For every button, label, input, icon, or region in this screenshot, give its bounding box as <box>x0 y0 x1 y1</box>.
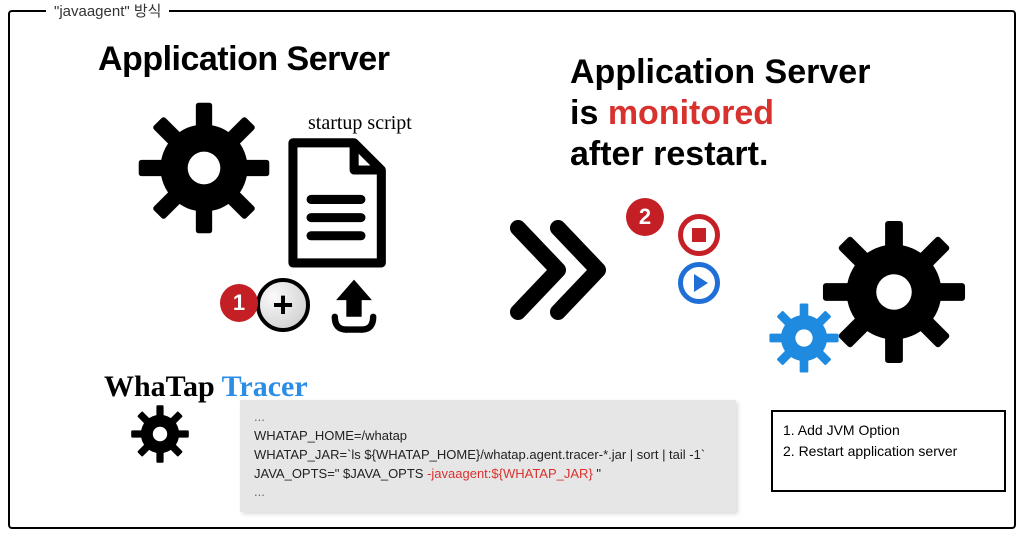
code-javaagent-highlight: -javaagent:${WHATAP_JAR} <box>427 466 593 481</box>
upload-icon <box>322 272 386 336</box>
gear-icon <box>136 100 272 236</box>
legend-box: 1. Add JVM Option 2. Restart application… <box>771 410 1006 492</box>
plus-icon: + <box>256 278 310 332</box>
title-application-server-right: Application Server is monitored after re… <box>570 52 870 174</box>
legend-item-2: 2. Restart application server <box>783 441 994 462</box>
legend-item-1: 1. Add JVM Option <box>783 420 994 441</box>
startup-script-label: startup script <box>308 112 412 135</box>
gear-icon <box>768 302 840 374</box>
frame-title: "javaagent" 방식 <box>46 0 169 21</box>
gear-icon <box>820 218 968 366</box>
title-right-line3: after restart. <box>570 134 870 175</box>
word-tracer: Tracer <box>222 370 308 403</box>
word-monitored: monitored <box>608 94 774 132</box>
document-icon <box>278 136 394 272</box>
code-line: WHATAP_JAR=`ls ${WHATAP_HOME}/whatap.age… <box>254 446 722 465</box>
title-application-server-left: Application Server <box>98 40 389 79</box>
gear-icon <box>130 404 190 464</box>
play-icon <box>678 262 720 304</box>
title-right-line2: is monitored <box>570 93 870 134</box>
code-ellipsis: ... <box>254 483 722 502</box>
step-badge-1: 1 <box>220 284 258 322</box>
stop-icon <box>678 214 720 256</box>
chevron-right-icon <box>500 210 620 330</box>
whatap-tracer-label: WhaTap Tracer <box>104 370 308 404</box>
title-right-line1: Application Server <box>570 52 870 93</box>
code-ellipsis: ... <box>254 408 722 427</box>
step-badge-2: 2 <box>626 198 664 236</box>
code-line: JAVA_OPTS=" $JAVA_OPTS -javaagent:${WHAT… <box>254 465 722 484</box>
code-snippet-box: ... WHATAP_HOME=/whatap WHATAP_JAR=`ls $… <box>240 400 736 512</box>
code-line: WHATAP_HOME=/whatap <box>254 427 722 446</box>
